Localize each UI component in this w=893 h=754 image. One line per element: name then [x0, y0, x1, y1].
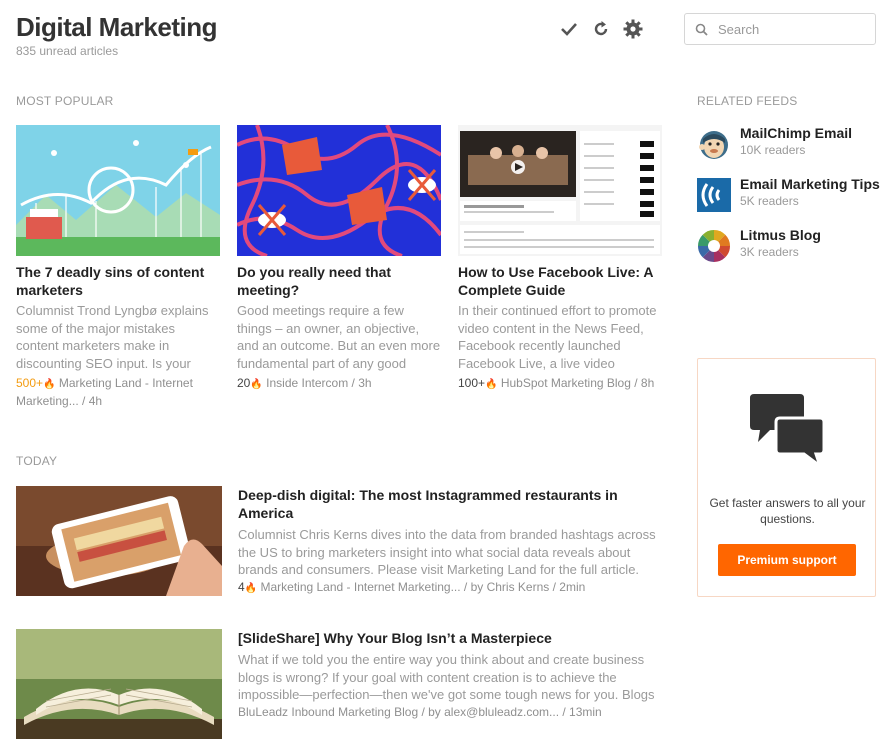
flame-icon: 🔥: [485, 379, 498, 390]
litmus-logo-icon: [698, 230, 730, 262]
article-meta: 4🔥 Marketing Land - Internet Marketing..…: [238, 580, 666, 594]
section-label-most-popular: MOST POPULAR: [16, 94, 114, 108]
article-summary: Good meetings require a few things – an …: [237, 303, 441, 371]
today-article-row[interactable]: Deep-dish digital: The most Instagrammed…: [16, 486, 666, 596]
toolbar: [558, 18, 644, 40]
unread-count: 835 unread articles: [16, 44, 119, 58]
related-feed-item[interactable]: Email Marketing Tips 5K readers: [697, 176, 887, 216]
article-summary: In their continued effort to promote vid…: [458, 303, 657, 371]
article-title[interactable]: How to Use Facebook Live: A Complete Gui…: [458, 263, 662, 299]
section-label-today: TODAY: [16, 454, 58, 468]
article-source[interactable]: Marketing Land - Internet Marketing... /…: [260, 580, 585, 594]
feed-name[interactable]: Email Marketing Tips: [740, 176, 880, 192]
checkmark-icon: [561, 23, 577, 36]
feed-readers: 5K readers: [740, 194, 799, 208]
feed-name[interactable]: MailChimp Email: [740, 125, 852, 141]
feed-readers: 10K readers: [740, 143, 806, 157]
search-input[interactable]: [718, 21, 868, 37]
mailchimp-logo-icon: [699, 131, 728, 159]
article-title[interactable]: Do you really need that meeting?: [237, 263, 441, 299]
article-body: [SlideShare] Why Your Blog Isn’t a Maste…: [238, 629, 666, 719]
refresh-button[interactable]: [590, 18, 612, 40]
chat-bubbles-icon: [750, 394, 826, 468]
article-source[interactable]: BluLeadz Inbound Marketing Blog / by ale…: [238, 705, 602, 719]
popular-article-card[interactable]: Do you really need that meeting? Good me…: [237, 125, 441, 393]
flame-icon: 🔥: [244, 583, 258, 594]
flame-icon: 🔥: [250, 379, 263, 390]
feed-name[interactable]: Litmus Blog: [740, 227, 821, 243]
mark-read-button[interactable]: [558, 18, 580, 40]
gear-icon: [623, 19, 643, 39]
promo-text: Get faster answers to all your questions…: [709, 496, 866, 526]
search-box: [684, 13, 876, 45]
article-title[interactable]: The 7 deadly sins of content marketers: [16, 263, 220, 299]
article-source[interactable]: Inside Intercom / 3h: [266, 376, 371, 390]
article-summary: Columnist Chris Kerns dives into the dat…: [238, 527, 656, 577]
related-feed-item[interactable]: Litmus Blog 3K readers: [697, 227, 887, 267]
premium-support-promo: Get faster answers to all your questions…: [697, 358, 876, 597]
section-label-related-feeds: RELATED FEEDS: [697, 94, 798, 108]
settings-button[interactable]: [622, 18, 644, 40]
popular-article-card[interactable]: The 7 deadly sins of content marketers C…: [16, 125, 220, 409]
article-thumbnail-phone-sandwich[interactable]: [16, 486, 222, 596]
search-icon: [695, 23, 708, 36]
article-thumbnail-facebook-live[interactable]: [458, 125, 662, 256]
engagement-count: 20: [237, 376, 251, 390]
article-thumbnail-rollercoaster[interactable]: [16, 125, 220, 256]
article-meta: 500+🔥 Marketing Land - Internet Marketin…: [16, 375, 220, 409]
page-title: Digital Marketing: [16, 12, 217, 42]
feed-readers: 3K readers: [740, 245, 799, 259]
article-source[interactable]: HubSpot Marketing Blog / 8h: [501, 376, 654, 390]
article-thumbnail-meeting[interactable]: [237, 125, 441, 256]
engagement-count: 500+: [16, 376, 44, 390]
article-meta: 100+🔥 HubSpot Marketing Blog / 8h: [458, 375, 662, 393]
flame-icon: 🔥: [43, 379, 56, 390]
article-meta: BluLeadz Inbound Marketing Blog / by ale…: [238, 705, 666, 719]
popular-article-card[interactable]: How to Use Facebook Live: A Complete Gui…: [458, 125, 662, 393]
article-title[interactable]: [SlideShare] Why Your Blog Isn’t a Maste…: [238, 629, 666, 647]
engagement-count: 100+: [458, 376, 486, 390]
related-feed-item[interactable]: MailChimp Email 10K readers: [697, 125, 887, 165]
article-summary: Columnist Trond Lyngbø explains some of …: [16, 303, 209, 371]
wave-logo-icon: [697, 178, 731, 212]
today-article-row[interactable]: [SlideShare] Why Your Blog Isn’t a Maste…: [16, 629, 666, 739]
article-body: Deep-dish digital: The most Instagrammed…: [238, 486, 666, 594]
article-thumbnail-open-book[interactable]: [16, 629, 222, 739]
premium-support-button[interactable]: Premium support: [718, 544, 856, 576]
engagement-count: 4: [238, 580, 245, 594]
article-summary: What if we told you the entire way you t…: [238, 652, 655, 702]
article-title[interactable]: Deep-dish digital: The most Instagrammed…: [238, 486, 666, 522]
refresh-icon: [594, 21, 608, 36]
article-meta: 20🔥 Inside Intercom / 3h: [237, 375, 441, 393]
